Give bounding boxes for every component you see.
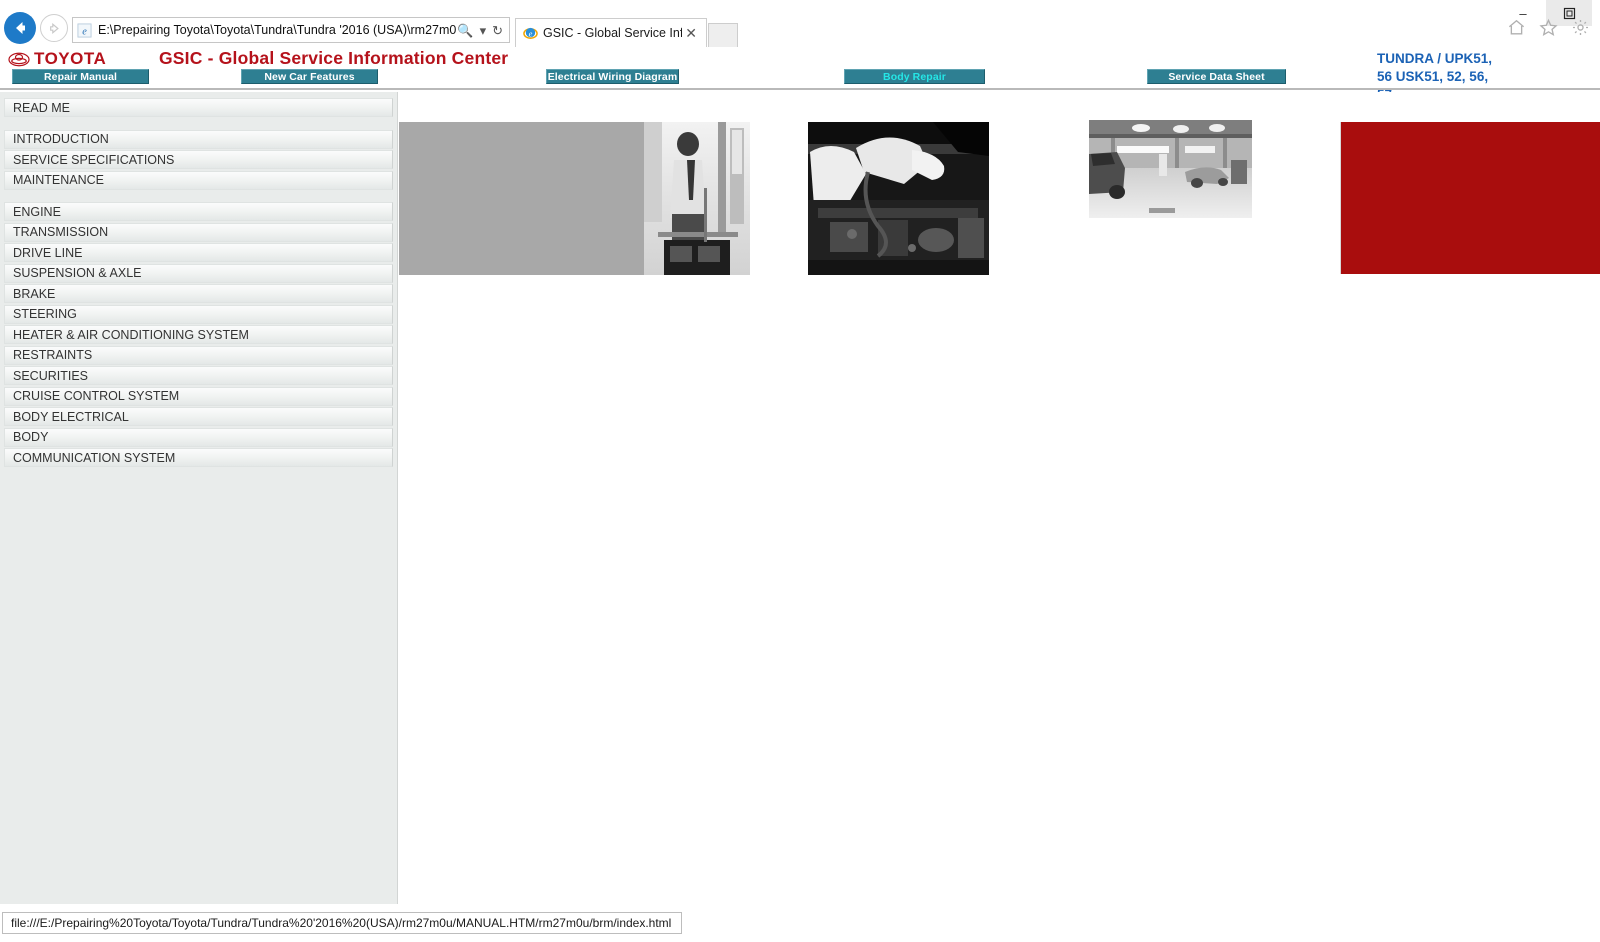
sidebar-item-securities[interactable]: SECURITIES [4, 366, 393, 385]
header-divider [0, 88, 1600, 90]
toyota-emblem-icon [8, 52, 30, 67]
sidebar-item-label: CRUISE CONTROL SYSTEM [13, 389, 180, 403]
sidebar-item-label: MAINTENANCE [13, 173, 104, 187]
section-tab-new-car-features[interactable]: New Car Features [241, 69, 378, 84]
sidebar-item-label: COMMUNICATION SYSTEM [13, 450, 176, 465]
home-icon[interactable] [1507, 18, 1526, 42]
vehicle-line-1: TUNDRA / UPK51, [1377, 51, 1493, 66]
sidebar-item-suspension-axle[interactable]: SUSPENSION & AXLE [4, 263, 393, 283]
chevron-down-icon[interactable]: ▾ [480, 24, 487, 37]
section-tab-electrical-wiring-diagram[interactable]: Electrical Wiring Diagram [546, 69, 679, 84]
sidebar-item-label: BRAKE [13, 286, 56, 301]
sidebar-item-label: INTRODUCTION [13, 132, 109, 146]
sidebar-item-label: SUSPENSION & AXLE [13, 266, 142, 280]
sidebar-item-label: ENGINE [13, 204, 61, 219]
status-bar: file:///E:/Prepairing%20Toyota/Toyota/Tu… [0, 904, 1600, 942]
sidebar-item-label: DRIVE LINE [13, 245, 83, 260]
sidebar-item-label: BODY ELECTRICAL [13, 409, 129, 424]
forward-arrow-icon[interactable] [40, 14, 68, 42]
sidebar-item-read-me[interactable]: READ ME [4, 98, 393, 117]
sidebar-item-heater-air-conditioning-system[interactable]: HEATER & AIR CONDITIONING SYSTEM [4, 325, 393, 344]
image-placeholder [399, 122, 644, 275]
sidebar-item-engine[interactable]: ENGINE [4, 202, 393, 221]
sidebar-item-communication-system[interactable]: COMMUNICATION SYSTEM [4, 448, 393, 467]
sidebar-item-transmission[interactable]: TRANSMISSION [4, 222, 393, 242]
photo-row [399, 92, 1600, 292]
toyota-wordmark: TOYOTA [34, 49, 107, 68]
page-title: GSIC - Global Service Information Center [159, 48, 509, 68]
back-arrow-icon[interactable] [4, 12, 36, 44]
sidebar-item-maintenance[interactable]: MAINTENANCE [4, 170, 393, 190]
sidebar-item-body[interactable]: BODY [4, 427, 393, 447]
refresh-icon[interactable]: ↻ [492, 24, 503, 37]
sidebar-item-label: SERVICE SPECIFICATIONS [13, 152, 175, 167]
search-icon[interactable]: 🔍 [457, 24, 473, 37]
sidebar-group-separator [4, 191, 393, 202]
section-tab-service-data-sheet[interactable]: Service Data Sheet [1147, 69, 1286, 84]
svg-text:e: e [528, 28, 532, 38]
section-tab-body-repair[interactable]: Body Repair [844, 69, 985, 84]
photo-red-banner[interactable] [1340, 122, 1600, 274]
sidebar-item-cruise-control-system[interactable]: CRUISE CONTROL SYSTEM [4, 386, 393, 406]
sidebar-item-brake[interactable]: BRAKE [4, 284, 393, 303]
section-tab-bar: Repair Manual New Car Features Electrical … [0, 69, 1600, 86]
sidebar-item-label: TRANSMISSION [13, 225, 109, 239]
sidebar-item-service-specifications[interactable]: SERVICE SPECIFICATIONS [4, 150, 393, 169]
svg-text:e: e [82, 26, 87, 37]
gear-icon[interactable] [1571, 18, 1590, 42]
content-area [399, 92, 1600, 904]
photo-technician-vehicle[interactable] [399, 122, 750, 275]
sidebar-item-label: RESTRAINTS [13, 348, 93, 362]
tab-title: GSIC - Global Service Infor... [543, 26, 683, 40]
sidebar-menu: READ ME INTRODUCTION SERVICE SPECIFICATION… [0, 92, 397, 467]
status-url-text: file:///E:/Prepairing%20Toyota/Toyota/Tu… [2, 912, 683, 934]
ie-toolbar-icons [1507, 18, 1590, 42]
ie-favicon-icon: e [522, 25, 538, 41]
browser-chrome: e E:\Prepairing Toyota\Toyota\Tundra\Tun… [0, 0, 1600, 47]
photo-engine-hands[interactable] [808, 122, 989, 275]
sidebar-item-body-electrical[interactable]: BODY ELECTRICAL [4, 407, 393, 426]
sidebar-group-separator [4, 119, 393, 130]
sidebar-item-label: SECURITIES [13, 368, 89, 383]
sidebar-item-introduction[interactable]: INTRODUCTION [4, 129, 393, 149]
sidebar-item-label: READ ME [13, 100, 70, 115]
sidebar-item-label: HEATER & AIR CONDITIONING SYSTEM [13, 327, 249, 342]
star-icon[interactable] [1539, 18, 1558, 42]
toyota-logo: TOYOTA [8, 49, 106, 69]
tab-strip: e GSIC - Global Service Infor... ✕ [515, 18, 738, 47]
sidebar-item-label: BODY [13, 430, 49, 444]
ie-favicon-icon: e [76, 22, 93, 39]
sidebar-item-label: STEERING [13, 307, 77, 321]
section-tab-repair-manual[interactable]: Repair Manual [12, 69, 149, 84]
sidebar-item-drive-line[interactable]: DRIVE LINE [4, 243, 393, 262]
sidebar-item-restraints[interactable]: RESTRAINTS [4, 345, 393, 365]
new-tab-button[interactable] [708, 23, 738, 47]
address-bar[interactable]: e E:\Prepairing Toyota\Toyota\Tundra\Tun… [72, 17, 510, 43]
navigation-buttons [4, 12, 68, 44]
photo-workshop-garage[interactable] [1089, 120, 1252, 218]
sidebar: READ ME INTRODUCTION SERVICE SPECIFICATION… [0, 92, 398, 904]
close-icon[interactable]: ✕ [682, 25, 700, 42]
browser-tab-gsic[interactable]: e GSIC - Global Service Infor... ✕ [515, 18, 707, 47]
sidebar-item-steering[interactable]: STEERING [4, 304, 393, 324]
address-input[interactable]: E:\Prepairing Toyota\Toyota\Tundra\Tundr… [98, 23, 457, 37]
